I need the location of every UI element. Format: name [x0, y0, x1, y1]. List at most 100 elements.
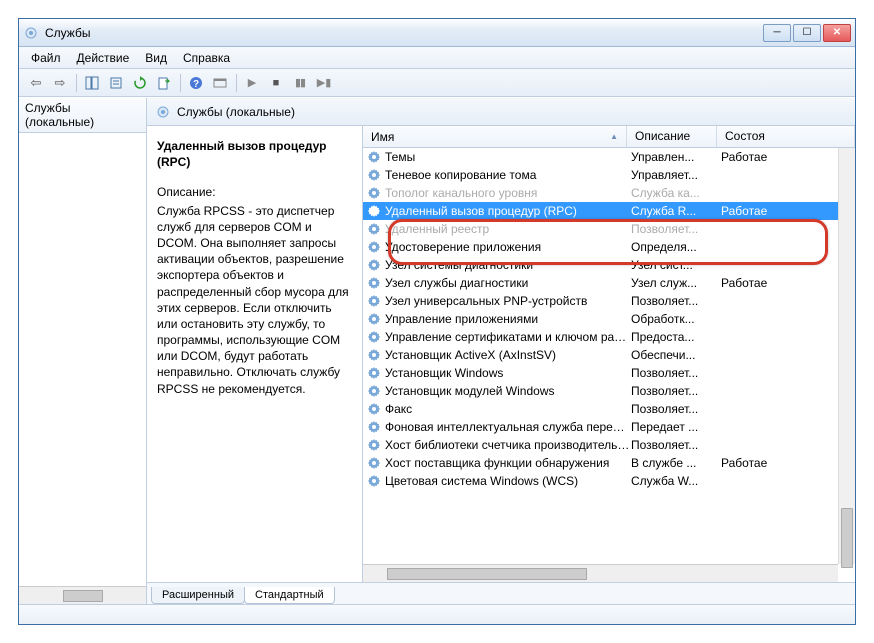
properties-button[interactable]: [105, 72, 127, 94]
service-rows: ТемыУправлен...РаботаеТеневое копировани…: [363, 148, 855, 582]
restart-button[interactable]: ▶▮: [313, 72, 335, 94]
start-button[interactable]: ▶: [241, 72, 263, 94]
help-button[interactable]: ?: [185, 72, 207, 94]
sort-up-icon: ▲: [610, 132, 618, 141]
vscrollbar[interactable]: [838, 148, 855, 564]
service-desc: Служба R...: [631, 204, 721, 218]
service-desc: Позволяет...: [631, 384, 721, 398]
export-button[interactable]: [153, 72, 175, 94]
menu-action[interactable]: Действие: [69, 49, 138, 67]
refresh-button[interactable]: [129, 72, 151, 94]
service-row[interactable]: Установщик ActiveX (AxInstSV)Обеспечи...: [363, 346, 855, 364]
tree-header[interactable]: Службы (локальные): [19, 98, 146, 133]
separator: [233, 72, 239, 94]
forward-button[interactable]: ⇨: [49, 72, 71, 94]
col-name[interactable]: Имя▲: [363, 126, 627, 147]
back-button[interactable]: ⇦: [25, 72, 47, 94]
service-desc: Обработк...: [631, 312, 721, 326]
menu-view[interactable]: Вид: [137, 49, 175, 67]
close-button[interactable]: ✕: [823, 24, 851, 42]
service-row[interactable]: Узел системы диагностикиУзел сист...: [363, 256, 855, 274]
service-name: Хост библиотеки счетчика производительно…: [385, 438, 631, 452]
service-name: Установщик Windows: [385, 366, 631, 380]
col-status[interactable]: Состоя: [717, 126, 855, 147]
service-row[interactable]: Узел универсальных PNP-устройствПозволяе…: [363, 292, 855, 310]
service-row[interactable]: Установщик WindowsПозволяет...: [363, 364, 855, 382]
service-row[interactable]: Хост поставщика функции обнаруженияВ слу…: [363, 454, 855, 472]
service-name: Удостоверение приложения: [385, 240, 631, 254]
titlebar[interactable]: Службы ─ ☐ ✕: [19, 19, 855, 47]
service-name: Узел службы диагностики: [385, 276, 631, 290]
service-row[interactable]: Управление сертификатами и ключом работо…: [363, 328, 855, 346]
service-desc: Узел служ...: [631, 276, 721, 290]
description-label: Описание:: [157, 184, 352, 200]
gear-icon: [155, 104, 171, 120]
service-desc: Позволяет...: [631, 222, 721, 236]
view-tabs: Расширенный Стандартный: [147, 582, 855, 604]
service-name: Тополог канального уровня: [385, 186, 631, 200]
toolbar: ⇦ ⇨ ? ▶ ■ ▮▮ ▶▮: [19, 69, 855, 97]
menu-file[interactable]: Файл: [23, 49, 69, 67]
service-row[interactable]: ТемыУправлен...Работае: [363, 148, 855, 166]
tree-pane: Службы (локальные): [19, 98, 147, 604]
service-status: Работае: [721, 456, 855, 470]
service-row[interactable]: Узел службы диагностикиУзел служ...Работ…: [363, 274, 855, 292]
service-row[interactable]: Удаленный реестрПозволяет...: [363, 220, 855, 238]
service-desc: Служба ка...: [631, 186, 721, 200]
minimize-button[interactable]: ─: [763, 24, 791, 42]
service-status: Работае: [721, 204, 855, 218]
stop-button[interactable]: ■: [265, 72, 287, 94]
maximize-button[interactable]: ☐: [793, 24, 821, 42]
tab-extended[interactable]: Расширенный: [151, 587, 245, 604]
gear-icon: [23, 25, 39, 41]
service-desc: Передает ...: [631, 420, 721, 434]
service-desc: Служба W...: [631, 474, 721, 488]
tab-standard[interactable]: Стандартный: [244, 587, 335, 604]
main-header-text: Службы (локальные): [177, 105, 295, 119]
service-name: Установщик ActiveX (AxInstSV): [385, 348, 631, 362]
window-title: Службы: [45, 26, 763, 40]
service-row[interactable]: ФаксПозволяет...: [363, 400, 855, 418]
pause-button[interactable]: ▮▮: [289, 72, 311, 94]
show-hide-button[interactable]: [81, 72, 103, 94]
service-row[interactable]: Установщик модулей WindowsПозволяет...: [363, 382, 855, 400]
service-name: Хост поставщика функции обнаружения: [385, 456, 631, 470]
service-desc: Управляет...: [631, 168, 721, 182]
service-row[interactable]: Удостоверение приложенияОпределя...: [363, 238, 855, 256]
service-name: Узел системы диагностики: [385, 258, 631, 272]
menubar: Файл Действие Вид Справка: [19, 47, 855, 69]
service-status: Работае: [721, 150, 855, 164]
svg-text:?: ?: [193, 79, 199, 90]
list-hscrollbar[interactable]: [363, 564, 838, 582]
service-desc: Позволяет...: [631, 294, 721, 308]
statusbar: [19, 604, 855, 624]
service-row[interactable]: Цветовая система Windows (WCS)Служба W..…: [363, 472, 855, 490]
selected-service-title: Удаленный вызов процедур (RPC): [157, 138, 352, 170]
console-button[interactable]: [209, 72, 231, 94]
service-name: Факс: [385, 402, 631, 416]
main-header: Службы (локальные): [147, 98, 855, 126]
service-row[interactable]: Удаленный вызов процедур (RPC)Служба R..…: [363, 202, 855, 220]
service-row[interactable]: Тополог канального уровняСлужба ка...: [363, 184, 855, 202]
menu-help[interactable]: Справка: [175, 49, 238, 67]
service-desc: Управлен...: [631, 150, 721, 164]
tree-hscrollbar[interactable]: [19, 586, 146, 604]
tree-item-services[interactable]: [19, 133, 146, 137]
separator: [177, 72, 183, 94]
service-row[interactable]: Фоновая интеллектуальная служба передачи…: [363, 418, 855, 436]
service-name: Управление сертификатами и ключом работо…: [385, 330, 631, 344]
col-description[interactable]: Описание: [627, 126, 717, 147]
service-row[interactable]: Управление приложениямиОбработк...: [363, 310, 855, 328]
service-row[interactable]: Теневое копирование томаУправляет...: [363, 166, 855, 184]
service-desc: Предоста...: [631, 330, 721, 344]
service-name: Цветовая система Windows (WCS): [385, 474, 631, 488]
service-name: Удаленный реестр: [385, 222, 631, 236]
service-name: Узел универсальных PNP-устройств: [385, 294, 631, 308]
column-headers: Имя▲ Описание Состоя: [363, 126, 855, 148]
description-body: Служба RPCSS - это диспетчер служб для с…: [157, 203, 352, 397]
service-row[interactable]: Хост библиотеки счетчика производительно…: [363, 436, 855, 454]
service-name: Фоновая интеллектуальная служба передачи…: [385, 420, 631, 434]
separator: [73, 72, 79, 94]
service-name: Установщик модулей Windows: [385, 384, 631, 398]
service-desc: Обеспечи...: [631, 348, 721, 362]
